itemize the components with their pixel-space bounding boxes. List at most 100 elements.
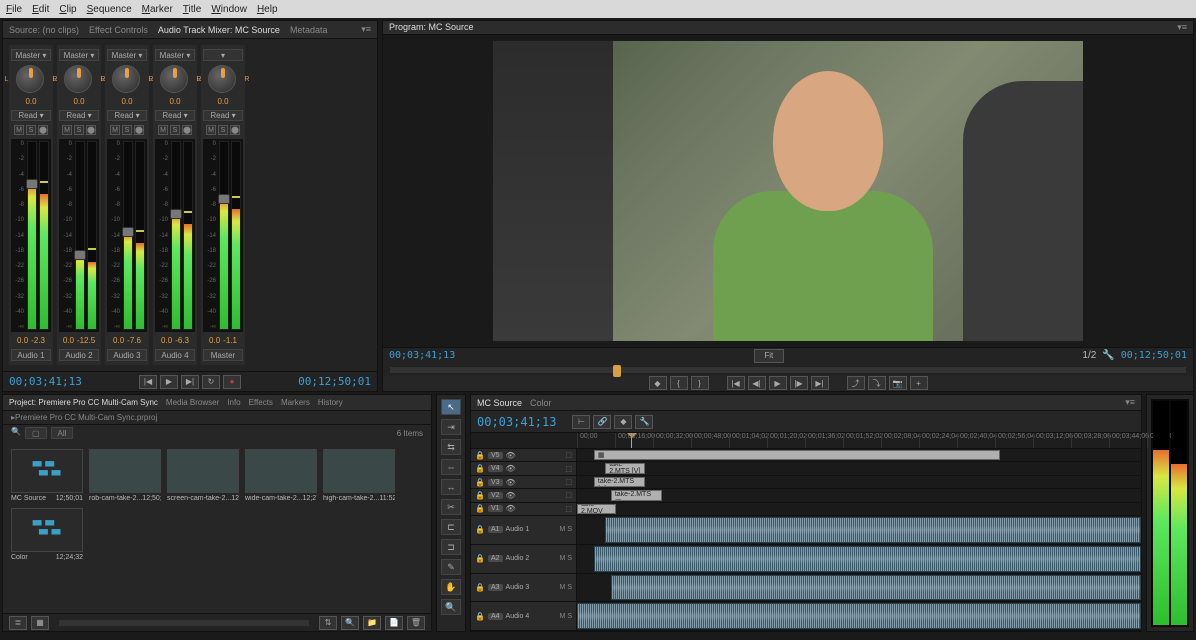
pan-knob[interactable]: [64, 65, 92, 93]
pan-knob[interactable]: [112, 65, 140, 93]
mute-button[interactable]: M: [206, 125, 216, 135]
play-button[interactable]: ▶: [160, 375, 178, 389]
track-header[interactable]: 🔒V4👁⬚: [471, 462, 577, 474]
timeline-timecode[interactable]: 00;03;41;13: [477, 415, 556, 429]
mute-button[interactable]: M: [559, 584, 565, 591]
rolling-edit-tool[interactable]: ⇔: [441, 459, 461, 475]
automation-mode-dropdown[interactable]: Read ▾: [155, 110, 195, 121]
track-id[interactable]: A2: [488, 555, 503, 562]
automation-mode-dropdown[interactable]: Read ▾: [203, 110, 243, 121]
solo-button[interactable]: S: [170, 125, 180, 135]
zoom-tool[interactable]: 🔍: [441, 599, 461, 615]
thumbnail-size-slider[interactable]: [59, 620, 309, 626]
record-button[interactable]: ●: [223, 375, 241, 389]
tab-source[interactable]: Source: (no clips): [9, 25, 79, 35]
video-clip[interactable]: high-cam-take-2.MOV [V] ▦: [577, 504, 616, 514]
go-to-in-button[interactable]: |◀: [139, 375, 157, 389]
step-back-button[interactable]: ◀|: [748, 376, 766, 390]
track-id[interactable]: A1: [488, 526, 503, 533]
solo-button[interactable]: S: [26, 125, 36, 135]
project-clip[interactable]: rob-cam-take-2...12;50;01: [89, 449, 161, 502]
linked-selection-button[interactable]: 🔗: [593, 415, 611, 429]
solo-button[interactable]: S: [74, 125, 84, 135]
clip-thumbnail[interactable]: [167, 449, 239, 493]
go-to-in-button[interactable]: |◀: [727, 376, 745, 390]
pan-knob[interactable]: [160, 65, 188, 93]
clip-thumbnail[interactable]: [11, 449, 83, 493]
delete-button[interactable]: 🗑: [407, 616, 425, 630]
output-dropdown[interactable]: Master ▾: [59, 49, 99, 61]
channel-label[interactable]: Audio 3: [107, 349, 147, 361]
add-marker-button[interactable]: ◆: [614, 415, 632, 429]
track-id[interactable]: V4: [488, 465, 503, 472]
automation-mode-dropdown[interactable]: Read ▾: [11, 110, 51, 121]
output-dropdown[interactable]: Master ▾: [155, 49, 195, 61]
record-button[interactable]: ⬤: [230, 125, 240, 135]
mark-out-button[interactable]: }: [691, 376, 709, 390]
menu-clip[interactable]: Clip: [59, 4, 76, 15]
track-lane[interactable]: rob-cam-take-2.MTS [V] ▦: [577, 462, 1141, 474]
hand-tool[interactable]: ✋: [441, 579, 461, 595]
lock-icon[interactable]: 🔒: [475, 612, 485, 621]
step-forward-button[interactable]: |▶: [790, 376, 808, 390]
lock-icon[interactable]: 🔒: [475, 583, 485, 592]
program-video-area[interactable]: [383, 35, 1193, 347]
project-clip[interactable]: screen-cam-take-2...12;24;17: [167, 449, 239, 502]
track-lane[interactable]: high-cam-take-2.MOV [V] ▦: [577, 503, 1141, 515]
channel-label[interactable]: Audio 1: [11, 349, 51, 361]
audio-clip[interactable]: [594, 546, 1141, 572]
settings-icon[interactable]: 🔧: [1102, 350, 1114, 361]
track-lane[interactable]: [577, 545, 1141, 573]
program-scrubber[interactable]: [389, 366, 1187, 374]
clip-thumbnail[interactable]: [89, 449, 161, 493]
pan-value[interactable]: 0.0: [217, 97, 228, 106]
pen-tool[interactable]: ✎: [441, 559, 461, 575]
track-header[interactable]: 🔒A2Audio 2MS: [471, 545, 577, 573]
toggle-output-icon[interactable]: 👁: [506, 451, 516, 460]
menu-sequence[interactable]: Sequence: [87, 4, 132, 15]
fader-handle[interactable]: [170, 209, 182, 219]
project-clip[interactable]: MC Source12;50;01: [11, 449, 83, 502]
toggle-output-icon[interactable]: 👁: [506, 491, 516, 500]
fader-track[interactable]: [219, 141, 229, 330]
tab-history[interactable]: History: [318, 398, 343, 407]
audio-clip[interactable]: [605, 517, 1141, 543]
track-header[interactable]: 🔒V3👁⬚: [471, 476, 577, 488]
tab-program[interactable]: Program: MC Source: [389, 22, 474, 32]
panel-menu-icon[interactable]: ▾≡: [1177, 22, 1187, 33]
track-id[interactable]: V1: [488, 505, 503, 512]
track-header[interactable]: 🔒A3Audio 3MS: [471, 574, 577, 602]
track-id[interactable]: A3: [488, 584, 503, 591]
video-clip[interactable]: rob-cam-take-2.MTS [V] ▦: [605, 463, 644, 473]
fader-handle[interactable]: [74, 250, 86, 260]
fader-track[interactable]: [75, 141, 85, 330]
track-lane[interactable]: [577, 516, 1141, 544]
toggle-output-icon[interactable]: 👁: [506, 464, 516, 473]
track-select-tool[interactable]: ⇥: [441, 419, 461, 435]
filter-bin-dropdown[interactable]: ▢: [25, 427, 47, 439]
slip-tool[interactable]: ⊏: [441, 519, 461, 535]
timeline-settings-button[interactable]: 🔧: [635, 415, 653, 429]
tab-sequence-color[interactable]: Color: [530, 398, 552, 408]
fader-handle[interactable]: [122, 227, 134, 237]
fader-track[interactable]: [171, 141, 181, 330]
channel-label[interactable]: Audio 4: [155, 349, 195, 361]
lock-icon[interactable]: 🔒: [475, 451, 485, 460]
project-clip[interactable]: wide-cam-take-2...12;27;15: [245, 449, 317, 502]
fit-dropdown[interactable]: Fit: [754, 349, 784, 363]
solo-button[interactable]: S: [567, 526, 572, 533]
lock-icon[interactable]: 🔒: [475, 464, 485, 473]
tab-project[interactable]: Project: Premiere Pro CC Multi-Cam Sync: [9, 398, 158, 407]
menu-window[interactable]: Window: [211, 4, 247, 15]
mute-button[interactable]: M: [110, 125, 120, 135]
tab-media-browser[interactable]: Media Browser: [166, 398, 219, 407]
tab-metadata[interactable]: Metadata: [290, 25, 328, 35]
track-lane[interactable]: wide-cam-take-2.MTS [V] ▦: [577, 476, 1141, 488]
tab-effect-controls[interactable]: Effect Controls: [89, 25, 148, 35]
output-dropdown[interactable]: Master ▾: [107, 49, 147, 61]
lock-icon[interactable]: 🔒: [475, 478, 485, 487]
fader-track[interactable]: [27, 141, 37, 330]
go-to-out-button[interactable]: ▶|: [811, 376, 829, 390]
track-id[interactable]: V2: [488, 492, 503, 499]
mute-button[interactable]: M: [62, 125, 72, 135]
